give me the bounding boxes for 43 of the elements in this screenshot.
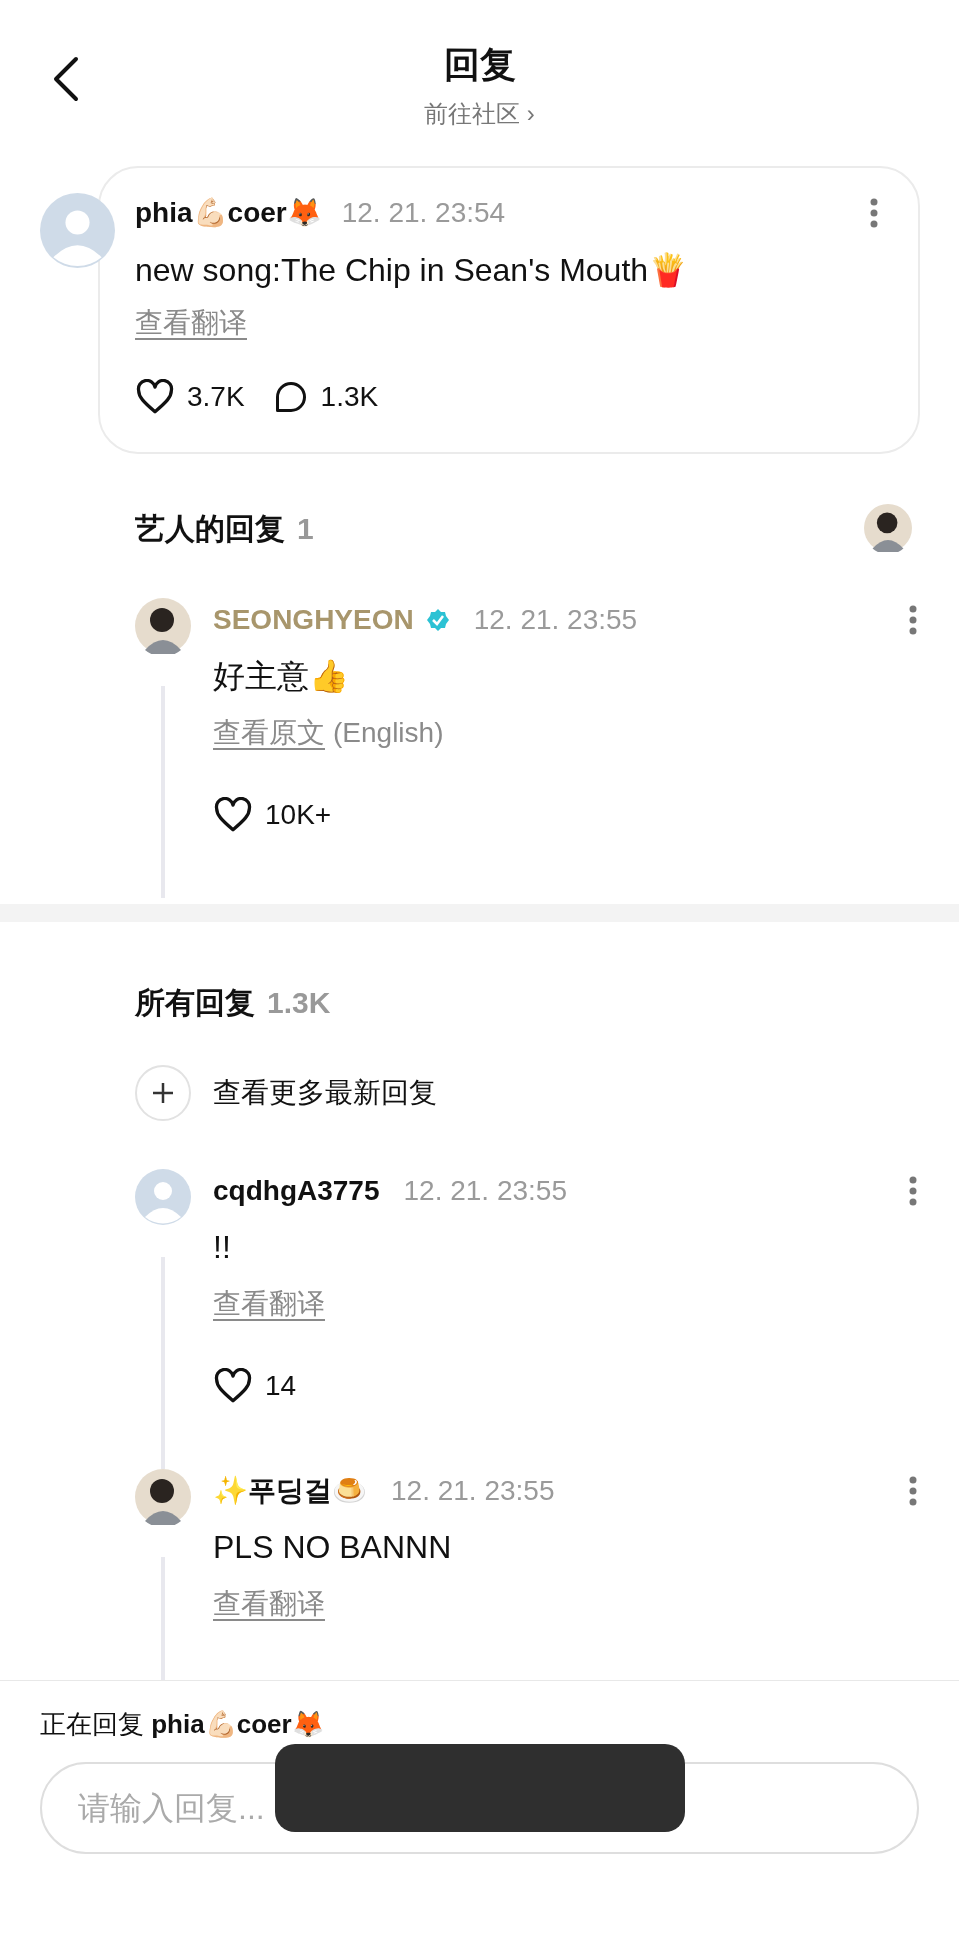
timestamp: 12. 21. 23:55 bbox=[403, 1174, 567, 1208]
more-icon[interactable] bbox=[909, 1176, 917, 1206]
like-count: 10K+ bbox=[265, 798, 332, 832]
heart-icon[interactable] bbox=[135, 379, 175, 415]
avatar bbox=[135, 1169, 191, 1225]
avatar bbox=[864, 504, 912, 552]
timestamp: 12. 21. 23:55 bbox=[391, 1474, 555, 1508]
section-count: 1.3K bbox=[267, 985, 331, 1021]
language-note: (English) bbox=[333, 716, 444, 750]
page-title: 回复 bbox=[443, 43, 516, 87]
comment-text: !! bbox=[213, 1228, 232, 1267]
replying-to-text: 正在回复 phia💪🏻coer🦊 bbox=[40, 1708, 325, 1741]
community-link[interactable]: 前往社区 › bbox=[424, 96, 535, 132]
translate-link[interactable]: 查看翻译 bbox=[135, 302, 247, 344]
back-icon[interactable] bbox=[52, 56, 80, 102]
like-count: 14 bbox=[265, 1369, 297, 1403]
user-name[interactable]: phia💪🏻coer🦊 bbox=[135, 192, 322, 234]
more-replies-link[interactable]: 查看更多最新回复 bbox=[213, 1072, 437, 1114]
more-icon[interactable] bbox=[870, 198, 878, 228]
heart-icon[interactable] bbox=[213, 797, 253, 833]
translate-link[interactable]: 查看翻译 bbox=[213, 1583, 325, 1625]
reply-count: 1.3K bbox=[320, 380, 379, 414]
timestamp: 12. 21. 23:54 bbox=[341, 196, 506, 230]
comment-text: 好主意👍 bbox=[213, 657, 350, 696]
heart-icon[interactable] bbox=[213, 1368, 253, 1404]
section-title: 艺人的回复 bbox=[135, 510, 285, 547]
like-count: 3.7K bbox=[187, 380, 245, 414]
more-icon[interactable] bbox=[909, 605, 917, 635]
reply-input-field[interactable]: 请输入回复... bbox=[40, 1762, 919, 1854]
translate-link[interactable]: 查看原文 bbox=[213, 712, 325, 754]
section-count: 1 bbox=[297, 510, 314, 547]
section-title: 所有回复 bbox=[135, 985, 255, 1021]
avatar bbox=[135, 598, 191, 654]
translate-link[interactable]: 查看翻译 bbox=[213, 1283, 325, 1325]
post-text: new song:The Chip in Sean's Mouth🍟 bbox=[135, 251, 690, 290]
more-icon[interactable] bbox=[909, 1476, 917, 1506]
user-name[interactable]: ✨푸딩걸🍮 bbox=[213, 1470, 367, 1512]
comment-text: PLS NO BANNN bbox=[213, 1528, 453, 1567]
user-name[interactable]: cqdhgA3775 bbox=[213, 1170, 380, 1212]
plus-icon[interactable] bbox=[135, 1065, 191, 1121]
avatar bbox=[135, 1469, 191, 1525]
timestamp: 12. 21. 23:55 bbox=[473, 603, 638, 637]
user-name[interactable]: SEONGHYEON bbox=[213, 599, 414, 641]
